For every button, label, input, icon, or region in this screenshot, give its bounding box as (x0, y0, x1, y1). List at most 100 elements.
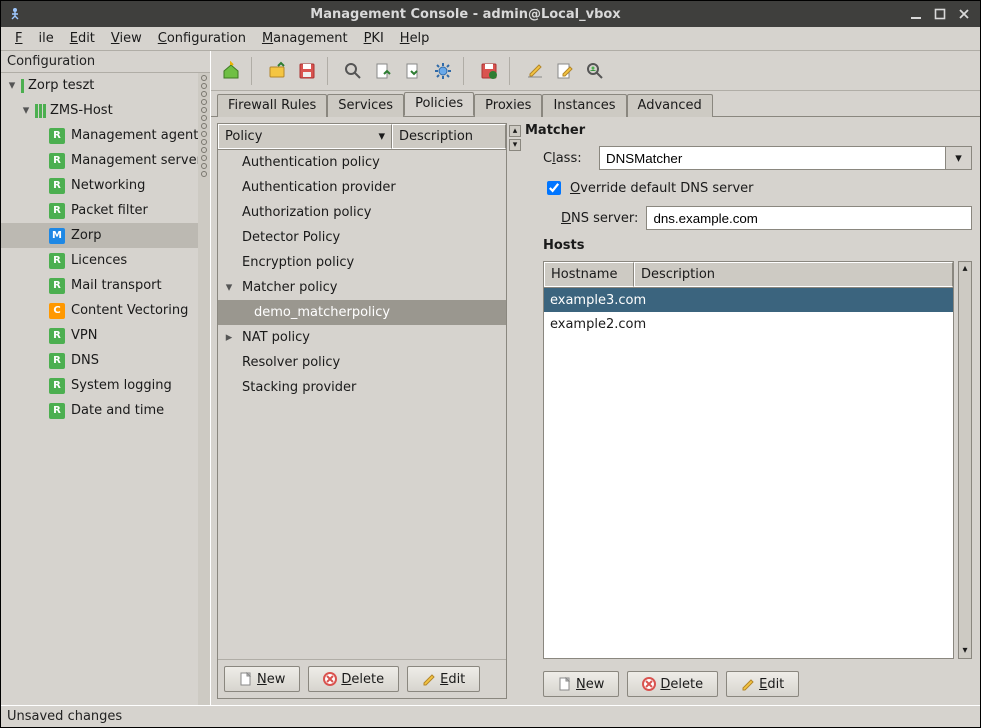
toolbar-save-red-icon[interactable] (475, 57, 503, 85)
policy-row[interactable]: ▸NAT policy (218, 325, 506, 350)
matcher-heading: Matcher (525, 123, 972, 138)
policy-col-header[interactable]: Policy ▾ (218, 124, 392, 149)
menu-file[interactable]: File (7, 28, 62, 49)
sidebar-item[interactable]: RDate and time (1, 398, 210, 423)
close-button[interactable] (954, 5, 974, 23)
class-dropdown-button[interactable]: ▾ (946, 146, 972, 170)
sidebar-item-label: Packet filter (71, 203, 148, 218)
menu-management[interactable]: Management (254, 28, 356, 49)
toolbar-edit-line-icon[interactable] (521, 57, 549, 85)
override-dns-label: Override default DNS server (570, 181, 754, 196)
edit-icon (422, 672, 436, 686)
sidebar-item-label: Management server (71, 153, 202, 168)
hosts-delete-button[interactable]: Delete (627, 671, 718, 697)
sidebar-item[interactable]: R Packet filter (1, 198, 210, 223)
policy-row[interactable]: Authorization policy (218, 200, 506, 225)
sidebar-item[interactable]: RManagement server (1, 148, 210, 173)
sidebar-item[interactable]: RSystem logging (1, 373, 210, 398)
sidebar-item[interactable]: RLicences (1, 248, 210, 273)
policy-row[interactable]: Resolver policy (218, 350, 506, 375)
menu-view[interactable]: View (103, 28, 150, 49)
policy-label: Resolver policy (236, 355, 340, 370)
toolbar-open-icon[interactable] (263, 57, 291, 85)
sidebar-item[interactable]: RNetworking (1, 173, 210, 198)
menu-pki[interactable]: PKI (356, 28, 392, 49)
splitter[interactable]: ▴ ▾ (507, 123, 523, 699)
toolbar-search-person-icon[interactable] (581, 57, 609, 85)
menu-configuration[interactable]: Configuration (150, 28, 254, 49)
hosts-table[interactable]: Hostname Description example3.com example… (543, 261, 954, 659)
tree-root[interactable]: ▾ Zorp teszt (1, 73, 210, 98)
toolbar-edit-doc-icon[interactable] (551, 57, 579, 85)
class-select[interactable] (599, 146, 946, 170)
sidebar-item[interactable]: RVPN (1, 323, 210, 348)
expand-icon[interactable]: ▸ (222, 330, 236, 345)
module-badge-icon: R (49, 178, 65, 194)
policy-row[interactable]: Detector Policy (218, 225, 506, 250)
policy-row[interactable]: Encryption policy (218, 250, 506, 275)
hosts-scrollbar[interactable]: ▴ ▾ (958, 261, 972, 659)
sidebar-item[interactable]: CContent Vectoring (1, 298, 210, 323)
toolbar-save-icon[interactable] (293, 57, 321, 85)
toolbar-gear-icon[interactable] (429, 57, 457, 85)
hosts-col-description[interactable]: Description (634, 262, 953, 287)
sidebar-item-label: Mail transport (71, 278, 162, 293)
policy-row[interactable]: Authentication provider (218, 175, 506, 200)
menu-edit[interactable]: Edit (62, 28, 103, 49)
toolbar-doc-up-icon[interactable] (369, 57, 397, 85)
sidebar-item[interactable]: RMail transport (1, 273, 210, 298)
window-titlebar: Management Console - admin@Local_vbox (1, 1, 980, 27)
hosts-new-button[interactable]: New (543, 671, 619, 697)
configuration-tree[interactable]: ▾ Zorp teszt ▾ ZMS-Host RManagement agen… (1, 73, 210, 705)
status-bars-icon (35, 104, 46, 118)
tab-proxies[interactable]: Proxies (474, 94, 542, 117)
tab-services[interactable]: Services (327, 94, 404, 117)
hostname-cell: example2.com (550, 317, 646, 332)
policy-row[interactable]: Stacking provider (218, 375, 506, 400)
splitter-up-icon[interactable]: ▴ (509, 125, 521, 137)
splitter-down-icon[interactable]: ▾ (509, 139, 521, 151)
policy-label: Stacking provider (236, 380, 356, 395)
tab-instances[interactable]: Instances (542, 94, 626, 117)
toolbar-doc-down-icon[interactable] (399, 57, 427, 85)
module-badge-icon: R (49, 203, 65, 219)
tab-firewall-rules[interactable]: Firewall Rules (217, 94, 327, 117)
scroll-up-icon[interactable]: ▴ (962, 263, 967, 275)
sidebar-item[interactable]: MZorp (1, 223, 210, 248)
minimize-button[interactable] (906, 5, 926, 23)
toolbar-search-icon[interactable] (339, 57, 367, 85)
hosts-edit-button[interactable]: Edit (726, 671, 799, 697)
scroll-down-icon[interactable]: ▾ (962, 645, 967, 657)
hosts-row[interactable]: example3.com (544, 288, 953, 312)
tabbar: Firewall Rules Services Policies Proxies… (211, 91, 980, 117)
policy-delete-button[interactable]: Delete (308, 666, 399, 692)
policy-row[interactable]: ▾Matcher policy (218, 275, 506, 300)
collapse-icon[interactable]: ▾ (5, 78, 19, 93)
override-dns-checkbox[interactable] (547, 181, 561, 195)
tab-advanced[interactable]: Advanced (627, 94, 713, 117)
toolbar-home-icon[interactable] (217, 57, 245, 85)
dns-server-label: DNS server: (561, 211, 638, 226)
tab-policies[interactable]: Policies (404, 92, 474, 116)
status-bars-icon (21, 79, 24, 93)
policy-edit-button[interactable]: Edit (407, 666, 480, 692)
policy-row[interactable]: Authentication policy (218, 150, 506, 175)
policy-label: Authentication policy (236, 155, 380, 170)
sidebar-item[interactable]: RDNS (1, 348, 210, 373)
description-col-header[interactable]: Description (392, 124, 506, 149)
policy-new-button[interactable]: New (224, 666, 300, 692)
policy-child-row[interactable]: demo_matcherpolicy (218, 300, 506, 325)
sidebar-item-label: VPN (71, 328, 97, 343)
hosts-row[interactable]: example2.com (544, 312, 953, 336)
tree-host[interactable]: ▾ ZMS-Host (1, 98, 210, 123)
hosts-col-hostname[interactable]: Hostname (544, 262, 634, 287)
menubar: File Edit View Configuration Management … (1, 27, 980, 51)
sidebar-item[interactable]: RManagement agents (1, 123, 210, 148)
maximize-button[interactable] (930, 5, 950, 23)
hosts-heading: Hosts (543, 238, 972, 253)
collapse-icon[interactable]: ▾ (19, 103, 33, 118)
menu-help[interactable]: Help (392, 28, 438, 49)
expand-icon[interactable]: ▾ (222, 280, 236, 295)
class-label: Class: (543, 151, 591, 166)
dns-server-input[interactable] (646, 206, 972, 230)
